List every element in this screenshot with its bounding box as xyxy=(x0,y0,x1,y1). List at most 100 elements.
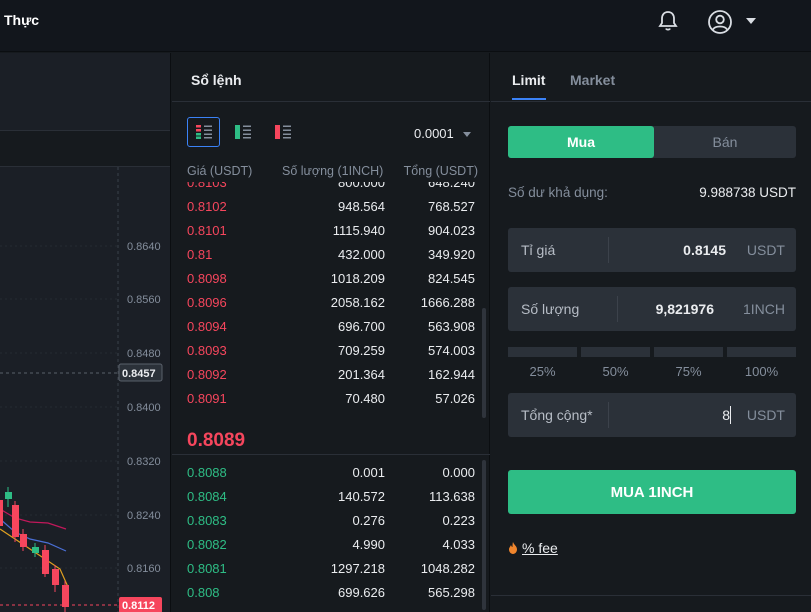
tab-market[interactable]: Market xyxy=(570,72,615,88)
total-input[interactable]: 8 xyxy=(722,407,730,423)
percent-100-button[interactable]: 100% xyxy=(727,364,796,379)
order-total: 824.545 xyxy=(428,271,475,286)
order-total: 113.638 xyxy=(428,489,475,504)
candle-body xyxy=(0,500,3,526)
order-amount: 201.364 xyxy=(338,367,385,382)
order-amount: 70.480 xyxy=(345,391,385,406)
field-separator xyxy=(608,237,609,263)
percent-slider[interactable] xyxy=(508,347,796,357)
order-total: 565.298 xyxy=(428,585,475,600)
order-price: 0.8103 xyxy=(187,182,227,190)
balance-label: Số dư khả dụng: xyxy=(508,185,608,200)
nav-title[interactable]: Thực xyxy=(4,12,39,28)
order-total: 4.033 xyxy=(442,537,475,552)
order-total: 0.000 xyxy=(442,465,475,480)
ask-list: 0.8103 800.000 648.240 0.8102 948.564 768.527… xyxy=(172,182,490,422)
text-cursor xyxy=(730,406,731,424)
order-total: 648.240 xyxy=(428,182,475,190)
bid-row[interactable]: 0.808 699.626 565.298 xyxy=(172,580,490,604)
bid-row[interactable]: 0.8084 140.572 113.638 xyxy=(172,484,490,508)
buy-side-button[interactable]: Mua xyxy=(508,126,654,158)
order-price: 0.8091 xyxy=(187,391,227,406)
percent-25-button[interactable]: 25% xyxy=(508,364,577,379)
ask-row[interactable]: 0.8096 2058.162 1666.288 xyxy=(172,290,490,314)
order-total: 0.223 xyxy=(442,513,475,528)
candle-body xyxy=(62,585,69,607)
order-amount: 1115.940 xyxy=(332,223,385,238)
amount-field[interactable]: Số lượng 9,821976 1INCH xyxy=(508,287,796,331)
view-asks-button[interactable] xyxy=(266,117,299,147)
order-book-panel: Sổ lệnh 0.0001 Giá (USDT) Số lượng (1INC… xyxy=(172,53,490,612)
order-amount: 1018.209 xyxy=(330,271,385,286)
ask-row[interactable]: 0.8101 1115.940 904.023 xyxy=(172,218,490,242)
column-header-total: Tổng (USDT) xyxy=(403,164,478,178)
order-amount: 1297.218 xyxy=(330,561,385,576)
order-price: 0.8082 xyxy=(187,537,227,552)
order-price: 0.8093 xyxy=(187,343,227,358)
fee-link[interactable]: % fee xyxy=(508,540,558,556)
order-total: 162.944 xyxy=(428,367,475,382)
last-price: 0.8089 xyxy=(187,430,246,451)
price-tick-label: 0.8480 xyxy=(127,348,161,360)
total-field-label: Tổng cộng* xyxy=(521,407,593,423)
ask-row[interactable]: 0.8091 70.480 57.026 xyxy=(172,386,490,410)
chevron-down-icon[interactable] xyxy=(746,18,756,24)
order-price: 0.808 xyxy=(187,585,220,600)
chart-toolbar xyxy=(0,53,170,131)
precision-select[interactable]: 0.0001 xyxy=(414,126,471,141)
ask-row[interactable]: 0.8103 800.000 648.240 xyxy=(172,182,490,194)
ask-row[interactable]: 0.81 432.000 349.920 xyxy=(172,242,490,266)
column-header-amount: Số lượng (1INCH) xyxy=(282,164,384,178)
order-price: 0.8096 xyxy=(187,295,227,310)
candlestick-chart[interactable]: 0.8640 0.8560 0.8480 0.8400 0.8320 0.8240 0.81… xyxy=(0,167,171,612)
view-bids-button[interactable] xyxy=(226,117,259,147)
order-price: 0.8084 xyxy=(187,489,227,504)
ask-row[interactable]: 0.8094 696.700 563.908 xyxy=(172,314,490,338)
percent-bar-100[interactable] xyxy=(727,347,796,357)
percent-bar-50[interactable] xyxy=(581,347,650,357)
price-chart-panel[interactable]: 0.8640 0.8560 0.8480 0.8400 0.8320 0.8240 0.81… xyxy=(0,53,171,612)
fire-icon xyxy=(509,542,517,554)
ask-row[interactable]: 0.8098 1018.209 824.545 xyxy=(172,266,490,290)
ask-row[interactable]: 0.8102 948.564 768.527 xyxy=(172,194,490,218)
percent-bar-25[interactable] xyxy=(508,347,577,357)
top-bar: Thực xyxy=(0,0,811,52)
total-field[interactable]: Tổng cộng* 8 USDT xyxy=(508,393,796,437)
current-price-label: 0.8112 xyxy=(122,600,155,612)
price-tick-label: 0.8240 xyxy=(127,510,161,522)
bid-row[interactable]: 0.8081 1297.218 1048.282 xyxy=(172,556,490,580)
bid-row[interactable]: 0.8088 0.001 0.000 xyxy=(172,460,490,484)
ask-scrollbar[interactable] xyxy=(482,308,486,418)
submit-buy-button[interactable]: MUA 1INCH xyxy=(508,470,796,514)
bell-icon[interactable] xyxy=(656,9,680,33)
order-price: 0.8092 xyxy=(187,367,227,382)
price-input[interactable]: 0.8145 xyxy=(683,242,726,258)
order-amount: 2058.162 xyxy=(330,295,385,310)
candle-body xyxy=(32,547,39,553)
order-total: 904.023 xyxy=(428,223,475,238)
bid-row[interactable]: 0.8083 0.276 0.223 xyxy=(172,508,490,532)
percent-50-button[interactable]: 50% xyxy=(581,364,650,379)
order-book-both-icon xyxy=(195,125,212,139)
view-both-button[interactable] xyxy=(187,117,220,147)
price-tick-label: 0.8640 xyxy=(127,241,161,253)
percent-bar-75[interactable] xyxy=(654,347,723,357)
ask-row[interactable]: 0.8093 709.259 574.003 xyxy=(172,338,490,362)
user-account-icon[interactable] xyxy=(707,9,733,35)
crosshair-price-label: 0.8457 xyxy=(122,368,156,380)
bid-list: 0.8088 0.001 0.000 0.8084 140.572 113.638 0.80… xyxy=(172,460,490,612)
bid-scrollbar[interactable] xyxy=(482,460,486,610)
percent-75-button[interactable]: 75% xyxy=(654,364,723,379)
order-price: 0.8098 xyxy=(187,271,227,286)
tab-limit[interactable]: Limit xyxy=(512,72,545,88)
candle-body xyxy=(20,534,27,547)
ask-row[interactable]: 0.8092 201.364 162.944 xyxy=(172,362,490,386)
price-unit: USDT xyxy=(746,242,785,258)
bid-row[interactable]: 0.8082 4.990 4.033 xyxy=(172,532,490,556)
sell-side-button[interactable]: Bán xyxy=(654,126,796,158)
order-book-bids-icon xyxy=(234,125,251,139)
order-total: 768.527 xyxy=(428,199,475,214)
price-field[interactable]: Tỉ giá 0.8145 USDT xyxy=(508,228,796,272)
amount-input[interactable]: 9,821976 xyxy=(656,301,714,317)
order-total: 349.920 xyxy=(428,247,475,262)
